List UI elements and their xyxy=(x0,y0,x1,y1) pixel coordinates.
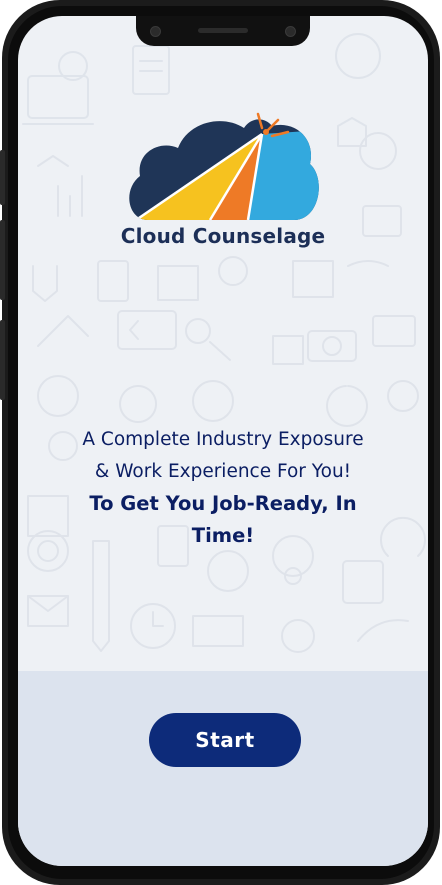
tagline-line-1: A Complete Industry Exposure xyxy=(82,429,364,450)
tagline-line-3: To Get You Job-Ready, In xyxy=(89,492,357,515)
bottom-panel xyxy=(18,671,428,866)
speaker-grille xyxy=(198,28,248,33)
phone-notch xyxy=(136,16,310,46)
side-button-silent xyxy=(0,150,5,205)
side-button-volume-up xyxy=(0,220,5,300)
start-button[interactable]: Start xyxy=(149,713,301,767)
brand-name: Cloud Counselage xyxy=(120,224,326,248)
tagline-line-4: Time! xyxy=(191,524,255,547)
tagline: A Complete Industry Exposure & Work Expe… xyxy=(38,424,408,552)
side-button-volume-down xyxy=(0,320,5,400)
app-screen: Cloud Counselage A Complete Industry Exp… xyxy=(18,16,428,866)
front-camera-icon xyxy=(150,26,161,37)
sensor-icon xyxy=(285,26,296,37)
cloud-logo-icon xyxy=(129,112,319,221)
phone-frame: Cloud Counselage A Complete Industry Exp… xyxy=(0,0,440,885)
tagline-line-2: & Work Experience For You! xyxy=(94,461,352,482)
